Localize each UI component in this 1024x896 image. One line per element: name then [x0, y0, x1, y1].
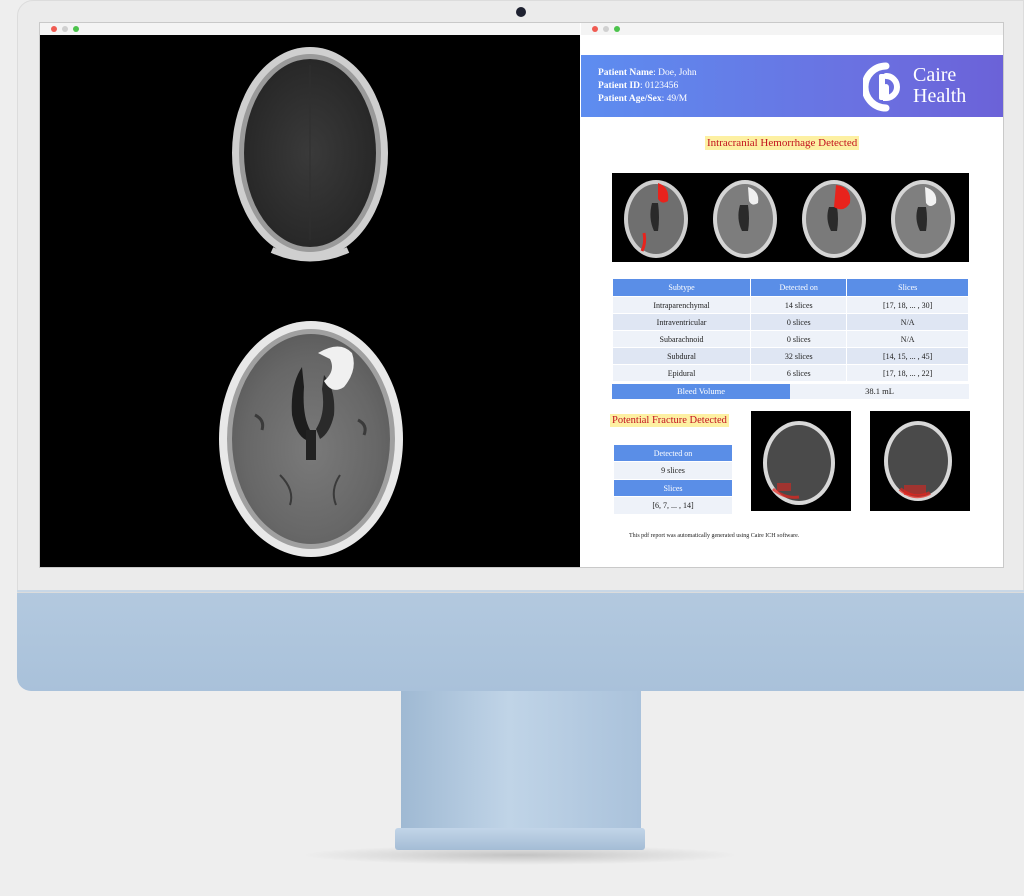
ct-slice-lower[interactable]	[219, 321, 403, 557]
table-row: Intraparenchymal 14 slices [17, 18, ... …	[611, 296, 969, 314]
report-footer-note: This pdf report was automatically genera…	[629, 533, 800, 539]
table-row: Epidural 6 slices [17, 18, ... , 22]	[611, 364, 969, 382]
column-header-slices: Slices	[846, 278, 969, 297]
fracture-detected-on-value: 9 slices	[613, 461, 733, 480]
patient-name-row: Patient Name: Doe, John	[598, 67, 697, 80]
table-cell: 32 slices	[750, 347, 848, 365]
fracture-title: Potential Fracture Detected	[610, 414, 729, 427]
scan-thumbnail[interactable]	[891, 180, 955, 258]
bleed-volume-value: 38.1 mL	[790, 384, 969, 399]
fracture-slices-label: Slices	[613, 479, 733, 497]
ct-slice-upper[interactable]	[232, 47, 388, 262]
ct-viewer-titlebar	[40, 23, 580, 35]
table-cell: 0 slices	[750, 313, 848, 331]
table-cell: N/A	[846, 330, 969, 348]
table-cell: 0 slices	[750, 330, 848, 348]
fracture-slices-value: [6, 7, ... , 14]	[613, 496, 733, 515]
monitor-chin-edge	[17, 590, 1024, 592]
table-cell: N/A	[846, 313, 969, 331]
patient-name-label: Patient Name	[598, 68, 654, 78]
ct-viewer-window	[40, 23, 580, 567]
fracture-scan-image[interactable]	[870, 411, 970, 511]
fracture-detected-on-label: Detected on	[613, 444, 733, 462]
patient-name: : Doe, John	[653, 68, 697, 78]
fracture-scan-image[interactable]	[751, 411, 851, 511]
logo-wordmark: Caire Health	[913, 65, 966, 107]
window-minimize-icon[interactable]	[603, 26, 609, 32]
window-close-icon[interactable]	[51, 26, 57, 32]
table-cell: Intraparenchymal	[611, 296, 752, 314]
ct-scan-viewport[interactable]	[40, 35, 580, 567]
report-window: Patient Name: Doe, John Patient ID: 0123…	[581, 23, 1003, 567]
column-header-detected-on: Detected on	[750, 278, 848, 297]
table-header-row: Subtype Detected on Slices	[611, 278, 969, 297]
table-row: Intraventricular 0 slices N/A	[611, 313, 969, 331]
patient-age-label: Patient Age/Sex	[598, 94, 662, 104]
table-cell: Subarachnoid	[611, 330, 752, 348]
report-header: Patient Name: Doe, John Patient ID: 0123…	[581, 55, 1003, 117]
patient-age-row: Patient Age/Sex: 49/M	[598, 93, 697, 106]
window-minimize-icon[interactable]	[62, 26, 68, 32]
table-cell: [17, 18, ... , 30]	[846, 296, 969, 314]
table-cell: Epidural	[611, 364, 752, 382]
window-zoom-icon[interactable]	[614, 26, 620, 32]
logo-text-line2: Health	[913, 85, 967, 107]
subtype-table: Subtype Detected on Slices Intraparenchy…	[611, 278, 969, 382]
patient-age: : 49/M	[661, 94, 688, 104]
monitor-chin	[17, 590, 1024, 691]
table-cell: Subdural	[611, 347, 752, 365]
hemorrhage-scan-strip	[612, 173, 969, 262]
fracture-table: Detected on 9 slices Slices [6, 7, ... ,…	[613, 444, 733, 515]
scan-thumbnail[interactable]	[713, 180, 777, 258]
patient-id-row: Patient ID: 0123456	[598, 80, 697, 93]
patient-info: Patient Name: Doe, John Patient ID: 0123…	[598, 67, 697, 106]
scan-thumbnail[interactable]	[624, 180, 688, 258]
table-cell: 14 slices	[750, 296, 848, 314]
caire-health-logo-icon	[863, 62, 900, 112]
bleed-volume-row: Bleed Volume 38.1 mL	[612, 384, 969, 399]
table-cell: [17, 18, ... , 22]	[846, 364, 969, 382]
window-zoom-icon[interactable]	[73, 26, 79, 32]
table-cell: 6 slices	[750, 364, 848, 382]
logo-text-line1: Caire	[913, 64, 957, 86]
column-header-subtype: Subtype	[611, 278, 752, 297]
scan-thumbnail[interactable]	[802, 180, 866, 258]
camera-icon	[516, 7, 526, 17]
report-titlebar	[581, 23, 1003, 35]
patient-id-label: Patient ID	[598, 81, 640, 91]
monitor-screen: Patient Name: Doe, John Patient ID: 0123…	[39, 22, 1004, 568]
table-row: Subdural 32 slices [14, 15, ... , 45]	[611, 347, 969, 365]
monitor-stand-base	[395, 828, 645, 850]
table-row: Subarachnoid 0 slices N/A	[611, 330, 969, 348]
patient-id: : 0123456	[639, 81, 679, 91]
hemorrhage-title: Intracranial Hemorrhage Detected	[705, 136, 860, 150]
table-cell: [14, 15, ... , 45]	[846, 347, 969, 365]
table-cell: Intraventricular	[611, 313, 752, 331]
caire-health-logo: Caire Health	[863, 62, 993, 112]
monitor-stand	[401, 691, 641, 829]
bleed-volume-label: Bleed Volume	[612, 384, 790, 399]
window-close-icon[interactable]	[592, 26, 598, 32]
